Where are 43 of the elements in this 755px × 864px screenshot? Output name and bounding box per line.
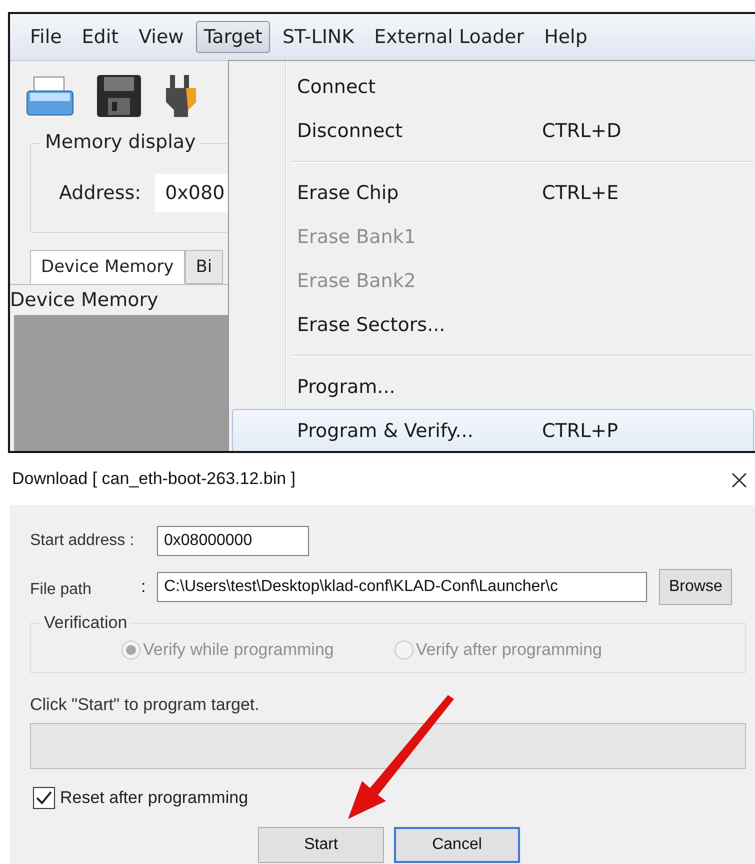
tab[interactable]: Device Memory — [30, 250, 185, 284]
file-path-field[interactable]: C:\Users\test\Desktop\klad-conf\KLAD-Conf\Launcher\c — [157, 572, 647, 602]
tab[interactable]: Bi — [184, 250, 224, 284]
menu-item[interactable]: Connect — [232, 65, 754, 109]
menu-item-label: Connect — [297, 76, 377, 98]
menu-item[interactable]: Program & Verify... CTRL+P — [232, 409, 754, 451]
menu-item[interactable]: File — [22, 21, 70, 53]
menu-item-label: Erase Sectors... — [297, 314, 446, 336]
radio-label: Verify while programming — [143, 640, 334, 660]
close-button[interactable]: × — [724, 462, 755, 496]
address-label: Address: — [59, 182, 142, 204]
menu-item[interactable]: ST-LINK — [274, 21, 362, 53]
menu-item[interactable]: Help — [536, 21, 596, 53]
plug-icon[interactable] — [164, 74, 198, 118]
dialog-button[interactable]: Cancel — [394, 827, 520, 863]
menu-item[interactable]: External Loader — [366, 21, 532, 53]
dialog-title: Download [ can_eth-boot-263.12.bin ] — [12, 469, 296, 489]
radio-label: Verify after programming — [416, 640, 602, 660]
menu-item-label: Disconnect — [297, 120, 404, 142]
browse-button[interactable]: Browse — [659, 569, 732, 605]
start-address-label: Start address : — [30, 532, 136, 550]
shortcut-label: CTRL+D — [542, 120, 622, 142]
colon-label: : — [141, 577, 147, 597]
menu-item-label: Erase Chip — [297, 182, 400, 204]
checkbox-label: Reset after programming — [60, 788, 248, 808]
group-title: Memory display — [41, 131, 200, 153]
menu-item-label: Erase Bank1 — [297, 226, 417, 248]
menu-item[interactable]: Disconnect CTRL+D — [232, 109, 754, 153]
shortcut-label: CTRL+P — [542, 420, 618, 442]
menu-item-label: Program & Verify... — [297, 420, 474, 442]
menu-item[interactable]: Target — [196, 21, 270, 53]
dialog-button[interactable]: Start — [258, 827, 384, 863]
status-text: Click "Start" to program target. — [30, 695, 260, 715]
printer-icon[interactable] — [26, 75, 74, 117]
menu-item[interactable]: View — [130, 21, 192, 53]
menu-item[interactable]: Edit — [74, 21, 127, 53]
start-address-field[interactable]: 0x08000000 — [157, 526, 309, 556]
shortcut-label: CTRL+E — [542, 182, 619, 204]
checkbox[interactable] — [33, 787, 55, 809]
menu-item-label: Program... — [297, 376, 396, 398]
menu-item[interactable]: Erase Chip CTRL+E — [232, 171, 754, 215]
file-path-label: File path — [30, 581, 92, 599]
menu-item[interactable]: Program... — [232, 365, 754, 409]
